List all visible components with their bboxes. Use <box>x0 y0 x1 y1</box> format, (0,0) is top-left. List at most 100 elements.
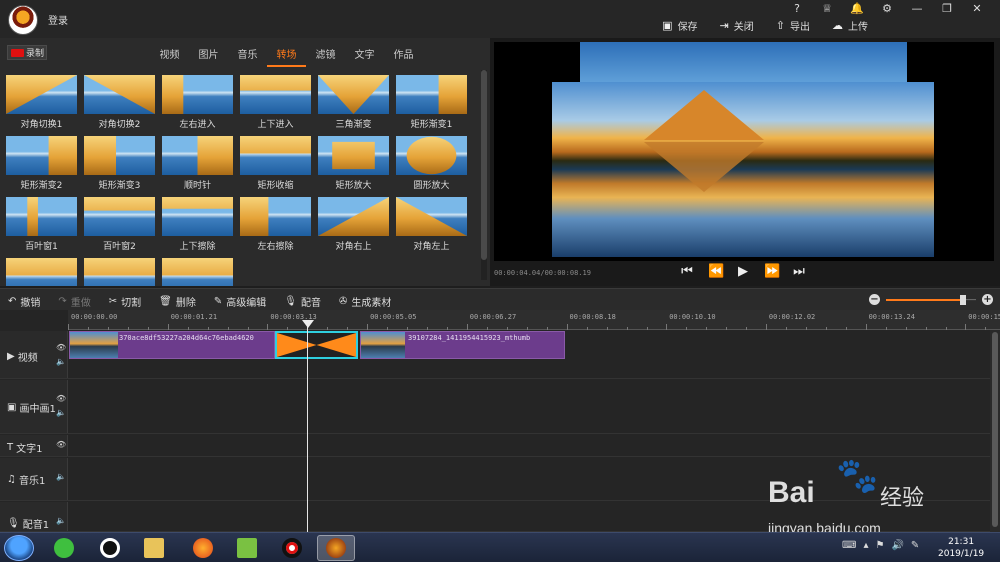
zoom-slider-handle[interactable] <box>959 294 966 305</box>
user-avatar[interactable] <box>8 5 38 35</box>
delete-button[interactable]: 🗑 删除 <box>159 294 196 309</box>
keyboard-icon[interactable]: ⌨ <box>842 540 856 551</box>
transition-item[interactable]: 对角切换1 <box>6 75 77 132</box>
tab-works[interactable]: 作品 <box>384 46 423 67</box>
undo-button[interactable]: ↶ 撤销 <box>8 294 40 309</box>
zoom-in-icon[interactable]: + <box>982 294 993 305</box>
transition-item[interactable]: 对角切换2 <box>84 75 155 132</box>
bell-icon[interactable]: 🔔 <box>842 2 872 16</box>
help-icon[interactable]: ? <box>782 2 812 16</box>
transition-item[interactable]: 矩形渐变1 <box>396 75 467 132</box>
flag-icon[interactable]: ▴ <box>863 540 868 551</box>
transition-thumbnail <box>84 197 155 236</box>
restore-icon[interactable]: ❐ <box>932 2 962 16</box>
preview-screen[interactable] <box>494 42 994 261</box>
transition-item[interactable] <box>84 258 155 286</box>
eye-icon[interactable]: 👁 <box>56 343 66 352</box>
scissors-icon: ✂ <box>108 296 118 307</box>
start-button[interactable] <box>4 535 34 561</box>
transition-item[interactable]: 顺时针 <box>162 136 233 193</box>
input-method-icon[interactable]: ✎ <box>911 540 919 551</box>
generate-button[interactable]: ✇ 生成素材 <box>339 294 391 309</box>
transition-item[interactable] <box>6 258 77 286</box>
transition-item[interactable]: 矩形渐变3 <box>84 136 155 193</box>
transition-label: 对角右上 <box>335 242 372 252</box>
zoom-out-icon[interactable]: − <box>869 294 880 305</box>
minimize-icon[interactable]: — <box>902 2 932 16</box>
zoom-slider[interactable] <box>886 294 976 305</box>
timeline-scroll-thumb[interactable] <box>992 332 998 527</box>
tab-music[interactable]: 音乐 <box>228 46 267 67</box>
taskbar-app-editor[interactable] <box>317 535 355 561</box>
skip-start-icon[interactable]: ⏮ <box>680 264 694 279</box>
transition-item[interactable]: 上下擦除 <box>162 197 233 254</box>
video-track-icon: ▶ <box>7 351 15 362</box>
taskbar-app-explorer[interactable] <box>135 535 173 561</box>
transition-item[interactable]: 三角渐变 <box>318 75 389 132</box>
transition-item[interactable]: 对角右上 <box>318 197 389 254</box>
library-scroll-thumb[interactable] <box>481 70 487 260</box>
library-scrollbar[interactable] <box>481 70 487 280</box>
speaker-icon[interactable]: 🔈 <box>56 516 66 525</box>
network-icon[interactable]: ⚑ <box>875 540 884 551</box>
transition-item[interactable] <box>162 258 233 286</box>
vip-icon[interactable]: ♕ <box>812 2 842 16</box>
step-back-icon[interactable]: ⏪ <box>708 264 724 279</box>
transition-item[interactable]: 圆形放大 <box>396 136 467 193</box>
export-button[interactable]: ⇧ 导出 <box>776 18 810 33</box>
ruler-tick-label: 00:00:05.05 <box>370 313 417 321</box>
taskbar-app-recorder[interactable] <box>273 535 311 561</box>
skip-end-icon[interactable]: ⏭ <box>792 264 806 279</box>
speaker-icon[interactable]: 🔈 <box>56 357 66 366</box>
redo-button[interactable]: ↷ 重做 <box>58 294 90 309</box>
taskbar-app-video-tool[interactable] <box>228 535 266 561</box>
transition-clip[interactable] <box>275 331 358 359</box>
edit-toolbar: ↶ 撤销 ↷ 重做 ✂ 切割 🗑 删除 ✎ 高级编辑 🎙 配音 ✇ 生成素材 − + <box>0 288 1000 310</box>
transition-item[interactable]: 左右擦除 <box>240 197 311 254</box>
transition-overlay <box>197 136 233 175</box>
transition-item[interactable]: 上下进入 <box>240 75 311 132</box>
eye-icon[interactable]: 👁 <box>56 394 66 403</box>
tab-filter[interactable]: 滤镜 <box>306 46 345 67</box>
tab-video[interactable]: 视频 <box>150 46 189 67</box>
video-clip-2[interactable]: 39107284_1411954415923_mthumb <box>360 331 565 359</box>
speaker-icon[interactable]: 🔈 <box>56 408 66 417</box>
save-button[interactable]: ▣ 保存 <box>662 18 697 33</box>
track-dub-head: 🎙 配音1 🔈 <box>0 502 68 531</box>
transition-item[interactable]: 矩形收缩 <box>240 136 311 193</box>
time-ruler[interactable]: 00:00:00.00 00:00:01.21 00:00:03.13 00:00:0… <box>68 310 1000 330</box>
taskbar-clock[interactable]: 21:31 2019/1/19 <box>938 536 984 560</box>
eye-icon[interactable]: 👁 <box>56 440 66 449</box>
tab-transition[interactable]: 转场 <box>267 46 306 67</box>
upload-button[interactable]: ☁ 上传 <box>832 18 868 33</box>
transition-thumbnail <box>162 75 233 114</box>
transition-item[interactable]: 矩形放大 <box>318 136 389 193</box>
tab-image[interactable]: 图片 <box>189 46 228 67</box>
close-project-button[interactable]: ⇥ 关闭 <box>720 18 754 33</box>
taskbar-app-browser[interactable] <box>45 535 83 561</box>
playhead-handle[interactable] <box>302 320 314 328</box>
ruler-minor-tick <box>506 327 508 330</box>
transition-item[interactable]: 百叶窗2 <box>84 197 155 254</box>
volume-icon[interactable]: 🔊 <box>891 540 903 551</box>
login-link[interactable]: 登录 <box>48 12 68 27</box>
timeline-scrollbar[interactable] <box>990 330 1000 532</box>
cut-button[interactable]: ✂ 切割 <box>109 294 141 309</box>
taskbar-app-qq[interactable] <box>91 535 129 561</box>
advanced-edit-button[interactable]: ✎ 高级编辑 <box>214 294 266 309</box>
step-forward-icon[interactable]: ⏩ <box>764 264 780 279</box>
play-icon[interactable]: ▶ <box>736 264 750 279</box>
gear-icon[interactable]: ⚙ <box>872 2 902 16</box>
transition-item[interactable]: 矩形渐变2 <box>6 136 77 193</box>
taskbar-app-firefox[interactable] <box>184 535 222 561</box>
tab-text[interactable]: 文字 <box>345 46 384 67</box>
transition-item[interactable]: 百叶窗1 <box>6 197 77 254</box>
playhead[interactable] <box>307 322 308 532</box>
speaker-icon[interactable]: 🔈 <box>56 472 66 481</box>
video-clip-1[interactable]: 370ace8df53227a204d64c76ebad4620 <box>69 331 275 359</box>
transition-item[interactable]: 左右进入 <box>162 75 233 132</box>
transition-item[interactable]: 对角左上 <box>396 197 467 254</box>
record-button[interactable]: 录制 <box>7 45 47 60</box>
close-icon[interactable]: ✕ <box>962 2 992 16</box>
dub-button[interactable]: 🎙 配音 <box>284 294 321 309</box>
